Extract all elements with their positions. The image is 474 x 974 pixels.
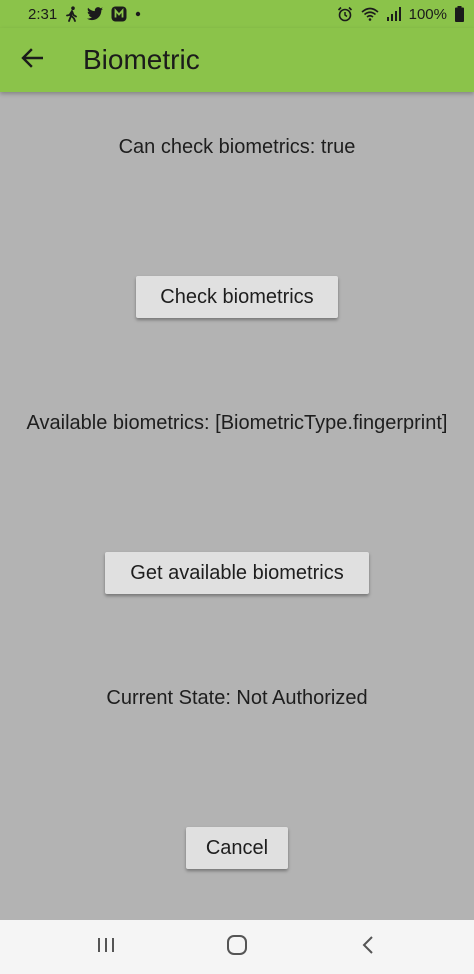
status-time: 2:31 bbox=[28, 5, 58, 23]
nav-back-button[interactable] bbox=[338, 920, 398, 974]
system-nav-bar bbox=[0, 920, 474, 974]
walking-icon bbox=[65, 6, 79, 22]
signal-icon bbox=[386, 6, 401, 22]
recent-apps-button[interactable] bbox=[76, 920, 136, 974]
check-biometrics-button[interactable]: Check biometrics bbox=[136, 276, 338, 318]
home-icon bbox=[226, 934, 248, 961]
app-notification-icon bbox=[111, 6, 127, 22]
battery-icon bbox=[455, 6, 464, 22]
battery-percent: 100% bbox=[408, 5, 447, 23]
can-check-biometrics-text: Can check biometrics: true bbox=[118, 136, 356, 158]
current-state-text: Current State: Not Authorized bbox=[106, 687, 368, 709]
status-left: 2:31 bbox=[28, 6, 141, 23]
arrow-back-icon bbox=[21, 47, 44, 73]
alarm-icon bbox=[337, 6, 353, 22]
status-bar: 2:31 100% bbox=[0, 0, 474, 28]
home-button[interactable] bbox=[207, 920, 267, 974]
cancel-button[interactable]: Cancel bbox=[186, 827, 288, 869]
back-icon bbox=[362, 935, 374, 960]
page-title: Biometric bbox=[83, 44, 200, 75]
recent-apps-icon bbox=[97, 937, 115, 958]
status-right: 100% bbox=[337, 6, 464, 23]
wifi-icon bbox=[361, 6, 379, 22]
dot-icon bbox=[135, 6, 141, 22]
twitter-icon bbox=[87, 6, 104, 22]
get-available-biometrics-button[interactable]: Get available biometrics bbox=[105, 552, 369, 594]
back-button[interactable] bbox=[0, 28, 64, 92]
available-biometrics-text: Available biometrics: [BiometricType.fin… bbox=[26, 412, 448, 434]
app-bar: Biometric bbox=[0, 28, 474, 92]
